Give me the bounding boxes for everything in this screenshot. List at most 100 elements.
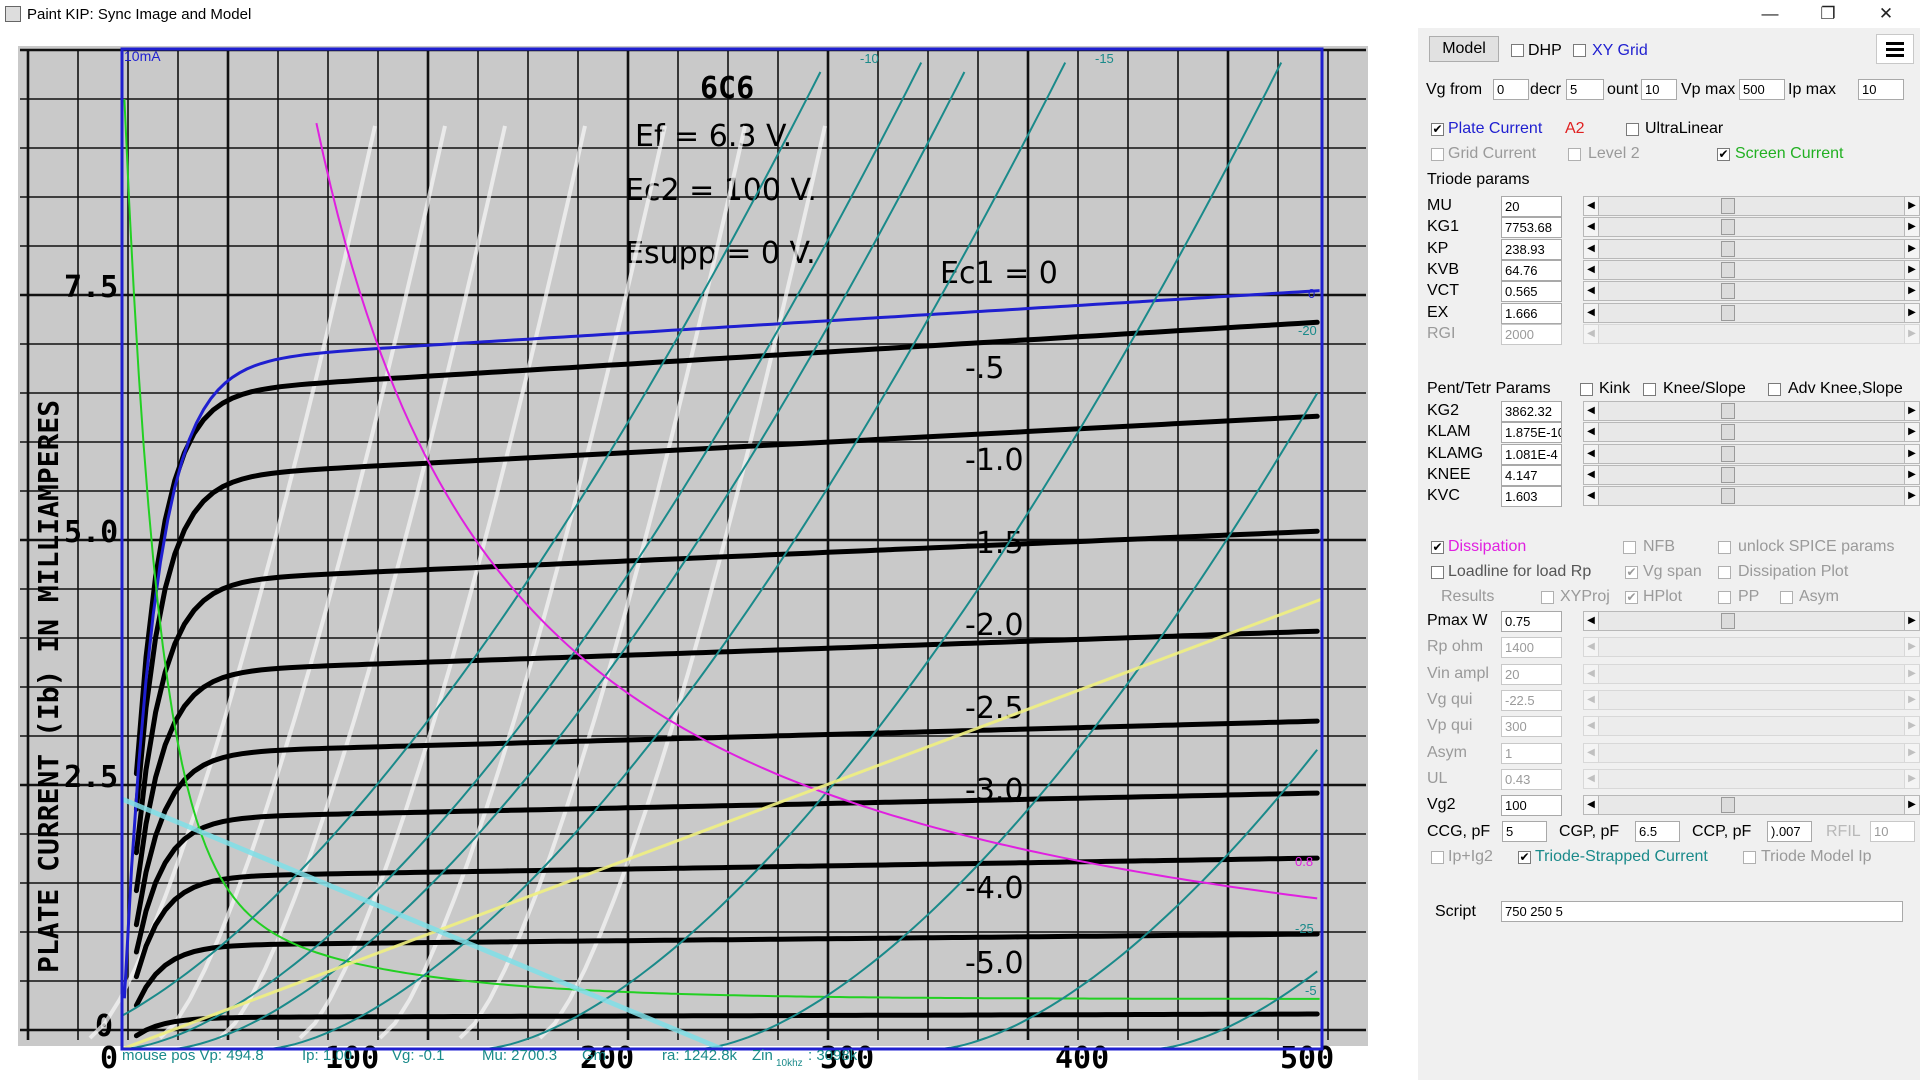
param-kvb-slider[interactable]: ◀ ▶ bbox=[1583, 259, 1920, 280]
param-kvb-field[interactable]: 64.76 bbox=[1501, 259, 1562, 281]
slider-right-arrow-icon[interactable]: ▶ bbox=[1904, 716, 1920, 737]
slider-left-arrow-icon[interactable]: ◀ bbox=[1583, 196, 1599, 216]
slider-thumb[interactable] bbox=[1721, 466, 1735, 483]
slider-left-arrow-icon[interactable]: ◀ bbox=[1583, 663, 1599, 684]
script-field[interactable]: 750 250 5 bbox=[1501, 901, 1903, 922]
slider-track[interactable] bbox=[1599, 716, 1904, 737]
slider-track[interactable] bbox=[1599, 768, 1904, 789]
param-klamg-field[interactable]: 1.081E-4 bbox=[1501, 443, 1562, 465]
param-kg1-slider[interactable]: ◀ ▶ bbox=[1583, 217, 1920, 238]
slider-left-arrow-icon[interactable]: ◀ bbox=[1583, 302, 1599, 323]
param-kvc-field[interactable]: 1.603 bbox=[1501, 486, 1562, 508]
slider-right-arrow-icon[interactable]: ▶ bbox=[1904, 302, 1920, 323]
slider-thumb[interactable] bbox=[1721, 403, 1735, 419]
hamburger-menu-icon[interactable] bbox=[1876, 34, 1914, 64]
level2-checkbox[interactable] bbox=[1568, 148, 1581, 161]
param-kvc-slider[interactable]: ◀ ▶ bbox=[1583, 486, 1920, 507]
load-vg2-field[interactable]: 100 bbox=[1501, 795, 1562, 817]
param-knee-slider[interactable]: ◀ ▶ bbox=[1583, 464, 1920, 485]
load-pmax-w-slider[interactable]: ◀ ▶ bbox=[1583, 611, 1920, 631]
pp-checkbox[interactable] bbox=[1718, 591, 1731, 604]
slider-thumb[interactable] bbox=[1721, 424, 1735, 441]
slider-track[interactable] bbox=[1599, 302, 1904, 323]
load-vin-ampl-field[interactable]: 20 bbox=[1501, 663, 1562, 685]
slider-thumb[interactable] bbox=[1721, 488, 1735, 505]
param-mu-field[interactable]: 20 bbox=[1501, 196, 1562, 217]
slider-right-arrow-icon[interactable]: ▶ bbox=[1904, 637, 1920, 658]
param-knee-field[interactable]: 4.147 bbox=[1501, 464, 1562, 486]
load-vin-ampl-slider[interactable]: ◀ ▶ bbox=[1583, 663, 1920, 684]
slider-track[interactable] bbox=[1599, 464, 1904, 485]
slider-thumb[interactable] bbox=[1721, 219, 1735, 236]
slider-track[interactable] bbox=[1599, 611, 1904, 631]
count-field[interactable]: 10 bbox=[1641, 79, 1677, 100]
slider-thumb[interactable] bbox=[1721, 797, 1735, 814]
slider-right-arrow-icon[interactable]: ▶ bbox=[1904, 443, 1920, 464]
slider-right-arrow-icon[interactable]: ▶ bbox=[1904, 281, 1920, 302]
param-kg1-field[interactable]: 7753.68 bbox=[1501, 217, 1562, 239]
slider-right-arrow-icon[interactable]: ▶ bbox=[1904, 196, 1920, 216]
param-klamg-slider[interactable]: ◀ ▶ bbox=[1583, 443, 1920, 464]
slider-thumb[interactable] bbox=[1721, 304, 1735, 321]
slider-right-arrow-icon[interactable]: ▶ bbox=[1904, 217, 1920, 238]
param-klam-field[interactable]: 1.875E-10 bbox=[1501, 422, 1562, 444]
load-asym-slider[interactable]: ◀ ▶ bbox=[1583, 742, 1920, 763]
knee-slope-checkbox[interactable] bbox=[1643, 383, 1656, 396]
ccg-field[interactable]: 5 bbox=[1502, 821, 1547, 842]
triode-model-ip-checkbox[interactable] bbox=[1743, 851, 1756, 864]
slider-track[interactable] bbox=[1599, 422, 1904, 443]
slider-track[interactable] bbox=[1599, 217, 1904, 238]
slider-track[interactable] bbox=[1599, 281, 1904, 302]
slider-right-arrow-icon[interactable]: ▶ bbox=[1904, 464, 1920, 485]
slider-left-arrow-icon[interactable]: ◀ bbox=[1583, 742, 1599, 763]
load-ul-slider[interactable]: ◀ ▶ bbox=[1583, 768, 1920, 789]
slider-thumb[interactable] bbox=[1721, 445, 1735, 462]
param-vct-field[interactable]: 0.565 bbox=[1501, 281, 1562, 303]
decr-field[interactable]: 5 bbox=[1566, 79, 1604, 100]
param-rgi-slider[interactable]: ◀ ▶ bbox=[1583, 323, 1920, 344]
param-kp-slider[interactable]: ◀ ▶ bbox=[1583, 238, 1920, 259]
load-vp-qui-slider[interactable]: ◀ ▶ bbox=[1583, 716, 1920, 737]
ip-ig2-checkbox[interactable] bbox=[1431, 851, 1444, 864]
slider-right-arrow-icon[interactable]: ▶ bbox=[1904, 238, 1920, 259]
slider-right-arrow-icon[interactable]: ▶ bbox=[1904, 422, 1920, 443]
slider-right-arrow-icon[interactable]: ▶ bbox=[1904, 323, 1920, 344]
load-vg-qui-field[interactable]: -22.5 bbox=[1501, 689, 1562, 711]
slider-right-arrow-icon[interactable]: ▶ bbox=[1904, 611, 1920, 631]
load-ul-field[interactable]: 0.43 bbox=[1501, 768, 1562, 790]
kink-checkbox[interactable] bbox=[1580, 383, 1593, 396]
screen-current-checkbox[interactable]: ✔ bbox=[1717, 148, 1730, 161]
slider-left-arrow-icon[interactable]: ◀ bbox=[1583, 486, 1599, 507]
unlock-spice-checkbox[interactable] bbox=[1718, 541, 1731, 554]
slider-right-arrow-icon[interactable]: ▶ bbox=[1904, 259, 1920, 280]
slider-left-arrow-icon[interactable]: ◀ bbox=[1583, 716, 1599, 737]
close-button[interactable]: ✕ bbox=[1857, 0, 1915, 28]
slider-left-arrow-icon[interactable]: ◀ bbox=[1583, 401, 1599, 421]
slider-track[interactable] bbox=[1599, 663, 1904, 684]
slider-thumb[interactable] bbox=[1721, 198, 1735, 214]
slider-left-arrow-icon[interactable]: ◀ bbox=[1583, 611, 1599, 631]
slider-left-arrow-icon[interactable]: ◀ bbox=[1583, 323, 1599, 344]
xyproj-checkbox[interactable] bbox=[1541, 591, 1554, 604]
cgp-field[interactable]: 6.5 bbox=[1635, 821, 1680, 842]
slider-left-arrow-icon[interactable]: ◀ bbox=[1583, 443, 1599, 464]
slider-left-arrow-icon[interactable]: ◀ bbox=[1583, 464, 1599, 485]
slider-track[interactable] bbox=[1599, 795, 1904, 816]
param-ex-field[interactable]: 1.666 bbox=[1501, 302, 1562, 324]
slider-left-arrow-icon[interactable]: ◀ bbox=[1583, 238, 1599, 259]
plot-svg[interactable]: 6C6 Ef = 6.3 V. Ec2 = 100 V. Esupp = 0 V… bbox=[0, 28, 1400, 1080]
model-button[interactable]: Model bbox=[1429, 36, 1499, 62]
load-vp-qui-field[interactable]: 300 bbox=[1501, 716, 1562, 738]
plot-canvas[interactable]: 6C6 Ef = 6.3 V. Ec2 = 100 V. Esupp = 0 V… bbox=[0, 28, 1400, 1080]
slider-track[interactable] bbox=[1599, 689, 1904, 710]
slider-right-arrow-icon[interactable]: ▶ bbox=[1904, 663, 1920, 684]
slider-left-arrow-icon[interactable]: ◀ bbox=[1583, 768, 1599, 789]
load-vg2-slider[interactable]: ◀ ▶ bbox=[1583, 795, 1920, 816]
slider-track[interactable] bbox=[1599, 323, 1904, 344]
param-rgi-field[interactable]: 2000 bbox=[1501, 323, 1562, 345]
slider-right-arrow-icon[interactable]: ▶ bbox=[1904, 795, 1920, 816]
load-vg-qui-slider[interactable]: ◀ ▶ bbox=[1583, 689, 1920, 710]
slider-track[interactable] bbox=[1599, 238, 1904, 259]
slider-left-arrow-icon[interactable]: ◀ bbox=[1583, 795, 1599, 816]
load-rp-ohm-slider[interactable]: ◀ ▶ bbox=[1583, 637, 1920, 658]
